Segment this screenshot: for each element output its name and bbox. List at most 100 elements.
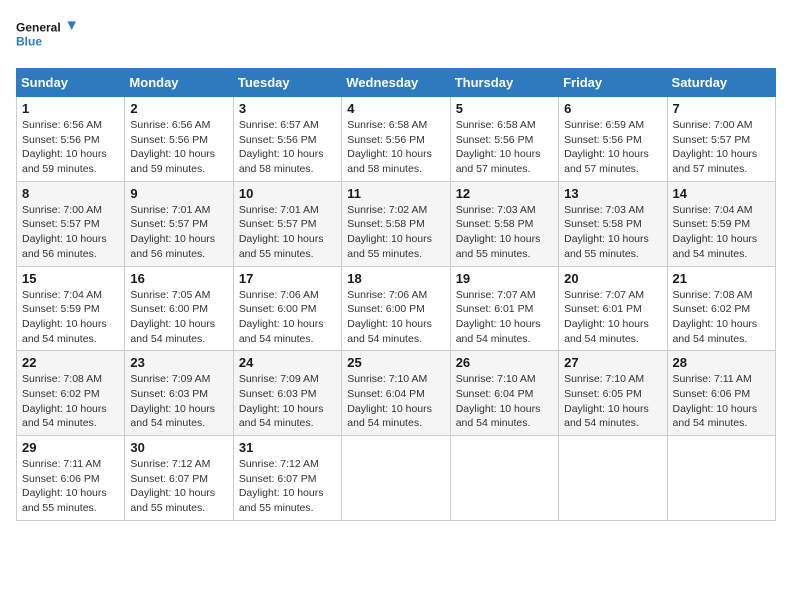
calendar-day-cell: 27 Sunrise: 7:10 AM Sunset: 6:05 PM Dayli… [559, 351, 667, 436]
day-number: 3 [239, 101, 336, 116]
calendar-day-cell: 25 Sunrise: 7:10 AM Sunset: 6:04 PM Dayli… [342, 351, 450, 436]
day-number: 16 [130, 271, 227, 286]
day-info: Sunrise: 7:04 AM Sunset: 5:59 PM Dayligh… [673, 203, 770, 262]
calendar-day-cell [559, 436, 667, 521]
day-number: 5 [456, 101, 553, 116]
calendar-day-cell: 26 Sunrise: 7:10 AM Sunset: 6:04 PM Dayli… [450, 351, 558, 436]
day-info: Sunrise: 7:08 AM Sunset: 6:02 PM Dayligh… [22, 372, 119, 431]
day-number: 17 [239, 271, 336, 286]
day-number: 8 [22, 186, 119, 201]
day-number: 15 [22, 271, 119, 286]
day-number: 23 [130, 355, 227, 370]
day-info: Sunrise: 7:12 AM Sunset: 6:07 PM Dayligh… [130, 457, 227, 516]
calendar-week-row: 29 Sunrise: 7:11 AM Sunset: 6:06 PM Dayli… [17, 436, 776, 521]
calendar-day-cell [342, 436, 450, 521]
day-info: Sunrise: 6:58 AM Sunset: 5:56 PM Dayligh… [347, 118, 444, 177]
day-number: 4 [347, 101, 444, 116]
day-info: Sunrise: 7:08 AM Sunset: 6:02 PM Dayligh… [673, 288, 770, 347]
calendar-day-cell: 2Sunrise: 6:56 AM Sunset: 5:56 PM Daylig… [125, 97, 233, 182]
day-header: Thursday [450, 69, 558, 97]
day-info: Sunrise: 6:57 AM Sunset: 5:56 PM Dayligh… [239, 118, 336, 177]
day-info: Sunrise: 7:11 AM Sunset: 6:06 PM Dayligh… [22, 457, 119, 516]
calendar-day-cell: 15 Sunrise: 7:04 AM Sunset: 5:59 PM Dayli… [17, 266, 125, 351]
day-number: 12 [456, 186, 553, 201]
day-info: Sunrise: 7:03 AM Sunset: 5:58 PM Dayligh… [564, 203, 661, 262]
calendar-day-cell: 16 Sunrise: 7:05 AM Sunset: 6:00 PM Dayli… [125, 266, 233, 351]
day-info: Sunrise: 7:12 AM Sunset: 6:07 PM Dayligh… [239, 457, 336, 516]
calendar-header-row: SundayMondayTuesdayWednesdayThursdayFrid… [17, 69, 776, 97]
logo-icon: General Blue [16, 16, 76, 56]
day-info: Sunrise: 6:56 AM Sunset: 5:56 PM Dayligh… [130, 118, 227, 177]
day-info: Sunrise: 7:06 AM Sunset: 6:00 PM Dayligh… [347, 288, 444, 347]
day-info: Sunrise: 7:04 AM Sunset: 5:59 PM Dayligh… [22, 288, 119, 347]
calendar-day-cell: 24 Sunrise: 7:09 AM Sunset: 6:03 PM Dayli… [233, 351, 341, 436]
day-info: Sunrise: 6:56 AM Sunset: 5:56 PM Dayligh… [22, 118, 119, 177]
calendar-day-cell [667, 436, 775, 521]
day-info: Sunrise: 6:59 AM Sunset: 5:56 PM Dayligh… [564, 118, 661, 177]
day-info: Sunrise: 7:03 AM Sunset: 5:58 PM Dayligh… [456, 203, 553, 262]
day-number: 22 [22, 355, 119, 370]
calendar-week-row: 1 Sunrise: 6:56 AM Sunset: 5:56 PM Daylig… [17, 97, 776, 182]
day-info: Sunrise: 7:09 AM Sunset: 6:03 PM Dayligh… [239, 372, 336, 431]
day-number: 28 [673, 355, 770, 370]
calendar-day-cell: 14 Sunrise: 7:04 AM Sunset: 5:59 PM Dayli… [667, 181, 775, 266]
day-info: Sunrise: 7:01 AM Sunset: 5:57 PM Dayligh… [130, 203, 227, 262]
calendar-day-cell: 9 Sunrise: 7:01 AM Sunset: 5:57 PM Daylig… [125, 181, 233, 266]
svg-text:General: General [16, 21, 61, 35]
day-number: 9 [130, 186, 227, 201]
day-header: Friday [559, 69, 667, 97]
day-info: Sunrise: 7:01 AM Sunset: 5:57 PM Dayligh… [239, 203, 336, 262]
calendar-day-cell: 17 Sunrise: 7:06 AM Sunset: 6:00 PM Dayli… [233, 266, 341, 351]
day-number: 11 [347, 186, 444, 201]
calendar-day-cell: 3 Sunrise: 6:57 AM Sunset: 5:56 PM Daylig… [233, 97, 341, 182]
calendar-day-cell: 30 Sunrise: 7:12 AM Sunset: 6:07 PM Dayli… [125, 436, 233, 521]
page-header: General Blue [16, 16, 776, 56]
day-number: 19 [456, 271, 553, 286]
day-header: Saturday [667, 69, 775, 97]
calendar-day-cell: 4 Sunrise: 6:58 AM Sunset: 5:56 PM Daylig… [342, 97, 450, 182]
day-number: 25 [347, 355, 444, 370]
day-number: 13 [564, 186, 661, 201]
day-header: Wednesday [342, 69, 450, 97]
day-number: 29 [22, 440, 119, 455]
day-number: 14 [673, 186, 770, 201]
day-number: 27 [564, 355, 661, 370]
calendar-day-cell: 8 Sunrise: 7:00 AM Sunset: 5:57 PM Daylig… [17, 181, 125, 266]
calendar-day-cell: 23Sunrise: 7:09 AM Sunset: 6:03 PM Dayli… [125, 351, 233, 436]
calendar-day-cell: 31Sunrise: 7:12 AM Sunset: 6:07 PM Dayli… [233, 436, 341, 521]
logo: General Blue [16, 16, 76, 56]
day-info: Sunrise: 7:07 AM Sunset: 6:01 PM Dayligh… [456, 288, 553, 347]
calendar-week-row: 15 Sunrise: 7:04 AM Sunset: 5:59 PM Dayli… [17, 266, 776, 351]
day-info: Sunrise: 7:05 AM Sunset: 6:00 PM Dayligh… [130, 288, 227, 347]
calendar-table: SundayMondayTuesdayWednesdayThursdayFrid… [16, 68, 776, 521]
day-info: Sunrise: 7:00 AM Sunset: 5:57 PM Dayligh… [673, 118, 770, 177]
calendar-day-cell: 28Sunrise: 7:11 AM Sunset: 6:06 PM Dayli… [667, 351, 775, 436]
day-header: Tuesday [233, 69, 341, 97]
calendar-day-cell [450, 436, 558, 521]
day-number: 1 [22, 101, 119, 116]
calendar-day-cell: 13 Sunrise: 7:03 AM Sunset: 5:58 PM Dayli… [559, 181, 667, 266]
calendar-day-cell: 29 Sunrise: 7:11 AM Sunset: 6:06 PM Dayli… [17, 436, 125, 521]
day-number: 21 [673, 271, 770, 286]
calendar-day-cell: 22 Sunrise: 7:08 AM Sunset: 6:02 PM Dayli… [17, 351, 125, 436]
day-number: 6 [564, 101, 661, 116]
calendar-day-cell: 18Sunrise: 7:06 AM Sunset: 6:00 PM Dayli… [342, 266, 450, 351]
day-info: Sunrise: 7:02 AM Sunset: 5:58 PM Dayligh… [347, 203, 444, 262]
day-number: 10 [239, 186, 336, 201]
day-info: Sunrise: 7:10 AM Sunset: 6:04 PM Dayligh… [456, 372, 553, 431]
day-info: Sunrise: 7:10 AM Sunset: 6:04 PM Dayligh… [347, 372, 444, 431]
day-number: 26 [456, 355, 553, 370]
calendar-day-cell: 10 Sunrise: 7:01 AM Sunset: 5:57 PM Dayli… [233, 181, 341, 266]
day-number: 30 [130, 440, 227, 455]
day-info: Sunrise: 7:00 AM Sunset: 5:57 PM Dayligh… [22, 203, 119, 262]
day-info: Sunrise: 7:06 AM Sunset: 6:00 PM Dayligh… [239, 288, 336, 347]
day-info: Sunrise: 7:10 AM Sunset: 6:05 PM Dayligh… [564, 372, 661, 431]
calendar-week-row: 8 Sunrise: 7:00 AM Sunset: 5:57 PM Daylig… [17, 181, 776, 266]
svg-text:Blue: Blue [16, 34, 42, 48]
calendar-day-cell: 1 Sunrise: 6:56 AM Sunset: 5:56 PM Daylig… [17, 97, 125, 182]
day-number: 24 [239, 355, 336, 370]
calendar-day-cell: 11 Sunrise: 7:02 AM Sunset: 5:58 PM Dayli… [342, 181, 450, 266]
calendar-day-cell: 20Sunrise: 7:07 AM Sunset: 6:01 PM Dayli… [559, 266, 667, 351]
calendar-day-cell: 12 Sunrise: 7:03 AM Sunset: 5:58 PM Dayli… [450, 181, 558, 266]
day-info: Sunrise: 7:07 AM Sunset: 6:01 PM Dayligh… [564, 288, 661, 347]
